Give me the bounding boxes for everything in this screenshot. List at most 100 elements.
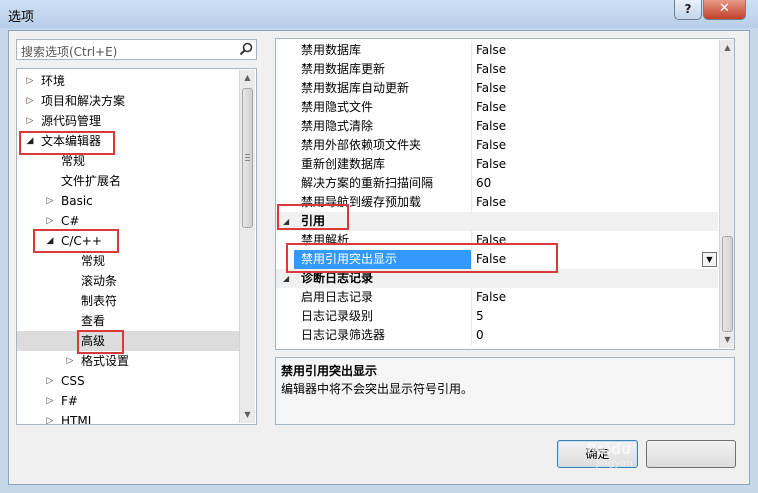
collapsed-arrow-icon[interactable]: ▷: [45, 211, 55, 231]
property-row[interactable]: 重新创建数据库 False: [276, 155, 718, 174]
collapsed-arrow-icon[interactable]: ▷: [25, 91, 35, 111]
collapsed-arrow-icon[interactable]: ▷: [65, 351, 75, 371]
grid-scroll-up-icon[interactable]: ▲: [720, 40, 734, 56]
highlight-box-advanced: [77, 330, 124, 354]
property-value: False: [476, 138, 507, 152]
column-divider: [471, 326, 472, 345]
column-divider: [471, 79, 472, 98]
tree-scroll-thumb[interactable]: [242, 88, 253, 228]
watermark-text: Baidu: [586, 442, 631, 458]
column-divider: [471, 117, 472, 136]
tree-item-label: C#: [61, 214, 80, 228]
property-name: 重新创建数据库: [301, 157, 386, 171]
property-row[interactable]: 禁用数据库 False: [276, 41, 718, 60]
property-row[interactable]: 启用日志记录 False: [276, 288, 718, 307]
column-divider: [471, 174, 472, 193]
tree-item[interactable]: 查看: [17, 311, 239, 331]
property-row[interactable]: 禁用外部依赖项文件夹 False: [276, 136, 718, 155]
property-value: 0: [476, 328, 484, 342]
property-grid[interactable]: 日志记录筛选器 0 日志记录级别 5 启用日志记录 False ◢ 诊断日志记录 禁用引用突出显…: [275, 38, 735, 350]
description-title: 禁用引用突出显示: [281, 364, 378, 378]
highlight-box-reference-highlighting: [286, 243, 558, 273]
search-box[interactable]: 搜索选项(Ctrl+E): [16, 39, 257, 60]
tree-item[interactable]: ▷ 格式设置: [17, 351, 239, 371]
tree-item[interactable]: 滚动条: [17, 271, 239, 291]
tree-item-label: 源代码管理: [41, 114, 102, 128]
property-row[interactable]: 日志记录级别 5: [276, 307, 718, 326]
property-value: 60: [476, 176, 492, 190]
tree-item-label: 环境: [41, 74, 66, 88]
collapsed-arrow-icon[interactable]: ▷: [45, 411, 55, 424]
column-divider: [471, 193, 472, 212]
property-row[interactable]: 禁用数据库更新 False: [276, 60, 718, 79]
column-divider: [471, 41, 472, 60]
cancel-button[interactable]: [646, 440, 736, 468]
collapsed-arrow-icon[interactable]: ▷: [45, 391, 55, 411]
property-name: 禁用数据库: [301, 43, 362, 57]
tree-item-label: CSS: [61, 374, 85, 388]
property-value: False: [476, 157, 507, 171]
tree-item[interactable]: ▷ 环境: [17, 71, 239, 91]
title-bar[interactable]: 选项 ? ✕: [0, 0, 758, 28]
property-value: False: [476, 43, 507, 57]
grid-scroll-down-icon[interactable]: ▼: [720, 332, 734, 348]
tree-item-label: HTML: [61, 414, 95, 425]
property-name: 禁用数据库更新: [301, 62, 386, 76]
column-divider: [471, 60, 472, 79]
column-divider: [471, 98, 472, 117]
property-row[interactable]: 禁用隐式文件 False: [276, 98, 718, 117]
property-value: False: [476, 100, 507, 114]
column-divider: [471, 155, 472, 174]
collapsed-arrow-icon[interactable]: ▷: [25, 111, 35, 131]
tree-item[interactable]: 高级: [17, 331, 239, 351]
property-value: 5: [476, 309, 484, 323]
tree-item-label: 制表符: [81, 294, 118, 308]
search-icon[interactable]: [239, 42, 253, 56]
highlight-box-text-editor: [19, 131, 115, 155]
tree-item-label: 查看: [81, 314, 106, 328]
property-name: 禁用隐式清除: [301, 119, 374, 133]
property-row[interactable]: 禁用隐式清除 False: [276, 117, 718, 136]
property-row[interactable]: 解决方案的重新扫描间隔 60: [276, 174, 718, 193]
highlight-box-references: [277, 204, 349, 230]
dropdown-arrow-icon[interactable]: ▼: [702, 252, 717, 267]
collapsed-arrow-icon[interactable]: ▷: [45, 191, 55, 211]
tree-item-label: 常规: [81, 254, 106, 268]
tree-item[interactable]: ▷ C#: [17, 211, 239, 231]
tree-item[interactable]: 制表符: [17, 291, 239, 311]
help-button[interactable]: ?: [674, 0, 702, 20]
column-divider: [471, 307, 472, 326]
search-placeholder: 搜索选项(Ctrl+E): [21, 45, 118, 59]
property-value: False: [476, 290, 507, 304]
scroll-up-arrow-icon[interactable]: ▲: [240, 70, 255, 86]
watermark-subtext: jingyan: [596, 458, 633, 469]
tree-item[interactable]: ▷ 源代码管理: [17, 111, 239, 131]
property-row[interactable]: 禁用数据库自动更新 False: [276, 79, 718, 98]
close-button[interactable]: ✕: [703, 0, 746, 20]
tree-item-label: 滚动条: [81, 274, 118, 288]
grid-scrollbar[interactable]: ▲ ▼: [719, 40, 734, 348]
tree-item[interactable]: ▷ HTML: [17, 411, 239, 425]
property-name: 禁用外部依赖项文件夹: [301, 138, 422, 152]
tree-item[interactable]: ▷ 项目和解决方案: [17, 91, 239, 111]
collapsed-arrow-icon[interactable]: ▷: [25, 71, 35, 91]
grid-scroll-thumb[interactable]: [722, 236, 733, 332]
property-row[interactable]: 日志记录筛选器 0: [276, 326, 718, 345]
property-name: 禁用数据库自动更新: [301, 81, 410, 95]
collapsed-arrow-icon[interactable]: ▷: [45, 371, 55, 391]
scroll-down-arrow-icon[interactable]: ▼: [240, 407, 255, 423]
tree-item[interactable]: ▷ F#: [17, 391, 239, 411]
tree-item-label: 文件扩展名: [61, 174, 122, 188]
property-name: 禁用隐式文件: [301, 100, 374, 114]
column-divider: [471, 288, 472, 307]
tree-scrollbar[interactable]: ▲ ▼: [239, 70, 255, 423]
tree-item[interactable]: 文件扩展名: [17, 171, 239, 191]
property-name: 启用日志记录: [301, 290, 374, 304]
property-name: 日志记录级别: [301, 309, 374, 323]
help-icon: ?: [684, 2, 692, 16]
property-value: False: [476, 119, 507, 133]
tree-item[interactable]: 常规: [17, 251, 239, 271]
tree-item[interactable]: ▷ CSS: [17, 371, 239, 391]
window-title: 选项: [8, 10, 35, 25]
tree-item[interactable]: ▷ Basic: [17, 191, 239, 211]
